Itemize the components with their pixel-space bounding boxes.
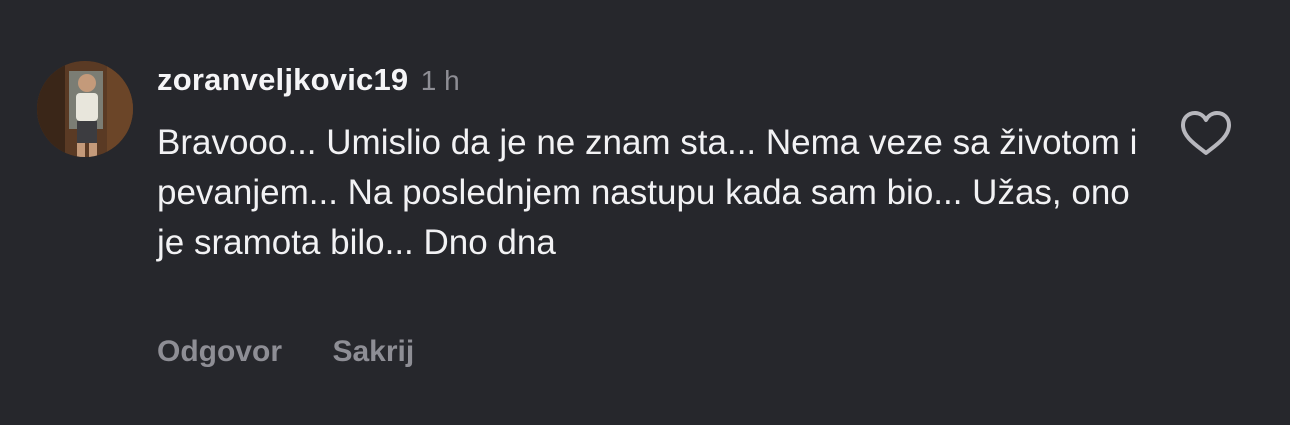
comment-header: zoranveljkovic19 1 h bbox=[157, 62, 460, 102]
reply-button[interactable]: Odgovor bbox=[157, 335, 282, 369]
username[interactable]: zoranveljkovic19 bbox=[157, 62, 408, 97]
like-button[interactable] bbox=[1178, 108, 1234, 158]
comment-actions: Odgovor Sakrij bbox=[157, 335, 460, 369]
hide-button[interactable]: Sakrij bbox=[332, 335, 414, 369]
avatar[interactable] bbox=[37, 61, 133, 157]
timestamp: 1 h bbox=[420, 65, 460, 96]
heart-outline-icon bbox=[1181, 111, 1231, 155]
comment: zoranveljkovic19 1 h Bravooo... Umislio … bbox=[0, 0, 1290, 425]
avatar-image bbox=[37, 61, 133, 157]
comment-text: Bravooo... Umislio da je ne znam sta... … bbox=[157, 123, 1138, 262]
